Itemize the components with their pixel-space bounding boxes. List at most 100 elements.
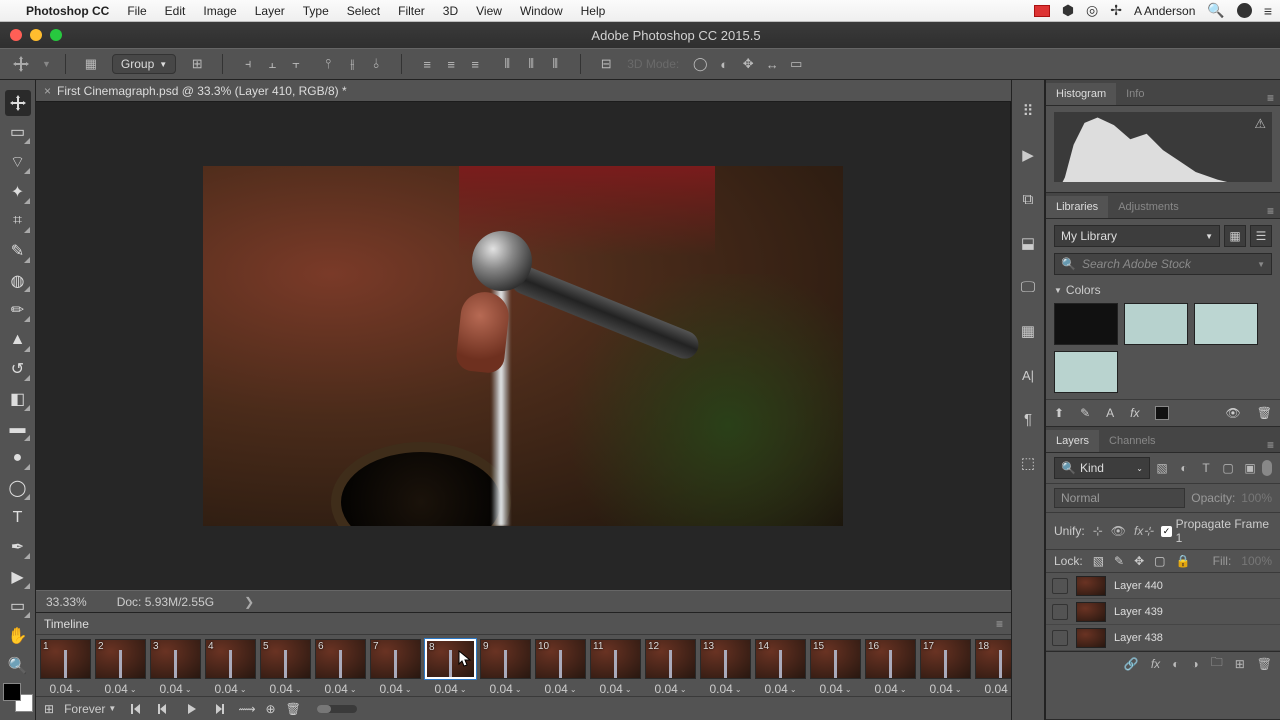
propagate-checkbox[interactable]: ✓ [1161,526,1171,537]
move-tool[interactable] [5,90,31,116]
brush-tool[interactable]: ✏ [5,297,31,323]
dock-char-icon[interactable]: A| [1016,364,1040,386]
timeline-frame[interactable]: 160.04⌄ [865,639,916,696]
transform-controls-toggle[interactable]: ⊞ [186,53,208,75]
timeline-frame[interactable]: 70.04⌄ [370,639,421,696]
menu-layer[interactable]: Layer [255,4,285,18]
marquee-tool[interactable]: ▭ [5,120,31,146]
library-color-swatch[interactable] [1124,303,1188,345]
lib-share-icon[interactable]: 👁 [1226,406,1241,420]
library-color-swatch[interactable] [1054,303,1118,345]
distribute-v-icon[interactable]: ≡ [440,53,462,75]
timeline-frame[interactable]: 130.04⌄ [700,639,751,696]
libraries-menu-icon[interactable]: ≡ [1261,204,1280,218]
visibility-toggle[interactable] [1052,630,1068,646]
menu-filter[interactable]: Filter [398,4,425,18]
filter-toggle-icon[interactable] [1262,460,1272,476]
color-swatches[interactable] [3,683,33,713]
type-tool[interactable]: T [5,505,31,531]
zoom-level[interactable]: 33.33% [46,595,87,609]
timeline-scrollbar[interactable] [317,705,357,713]
zoom-window-button[interactable] [50,29,62,41]
opacity-value[interactable]: 100% [1241,491,1272,505]
lasso-tool[interactable]: ⌔ [5,149,31,175]
move-tool-options-icon[interactable] [10,53,32,75]
tab-libraries[interactable]: Libraries [1046,196,1108,218]
align-center-v-icon[interactable]: ⫲ [341,53,363,75]
timeline-frame[interactable]: 50.04⌄ [260,639,311,696]
delete-frame-icon[interactable]: 🗑 [286,702,301,716]
path-select-tool[interactable]: ▶ [5,564,31,590]
distribute-bottom-icon[interactable]: ≡ [464,53,486,75]
sync-icon[interactable]: ✢ [1110,2,1122,19]
visibility-toggle[interactable] [1052,578,1068,594]
filter-adjust-icon[interactable]: ◐ [1174,458,1194,478]
dock-brushes-icon[interactable]: ⠿ [1016,100,1040,122]
menu-3d[interactable]: 3D [443,4,458,18]
dropbox-icon[interactable]: ⬢ [1062,2,1074,19]
auto-align-icon[interactable]: ⊟ [595,53,617,75]
unify-style-icon[interactable]: fx⊹ [1134,524,1153,538]
layer-row[interactable]: Layer 440 [1046,573,1280,599]
histogram-menu-icon[interactable]: ≡ [1261,91,1280,105]
magic-wand-tool[interactable]: ✦ [5,179,31,205]
library-search[interactable]: 🔍 Search Adobe Stock ▼ [1054,253,1272,275]
distribute-right-icon[interactable]: ⦀ [544,53,566,75]
new-layer-icon[interactable]: ⊞ [1235,657,1245,671]
duplicate-frame-icon[interactable]: ⊕ [266,702,276,716]
siri-icon[interactable] [1237,3,1252,18]
tween-icon[interactable]: ⟿ [238,702,255,716]
menu-extra-icon[interactable]: ≡ [1264,3,1272,19]
timeline-frame[interactable]: 180.04⌄ [975,639,1011,696]
timeline-frame[interactable]: 90.04⌄ [480,639,531,696]
layer-row[interactable]: Layer 438 [1046,625,1280,651]
crop-tool[interactable]: ⌗ [5,209,31,235]
add-fx-icon[interactable]: fx [1130,406,1139,420]
library-color-swatch[interactable] [1194,303,1258,345]
spotlight-icon[interactable]: 🔍 [1207,2,1224,19]
layers-icon[interactable]: ▦ [80,53,102,75]
blend-mode-dropdown[interactable]: Normal [1054,488,1185,508]
lock-pixels-icon[interactable]: ▧ [1093,554,1104,568]
tab-info[interactable]: Info [1116,83,1154,105]
unify-visibility-icon[interactable]: 👁 [1111,524,1126,538]
layer-row[interactable]: Layer 439 [1046,599,1280,625]
distribute-h-icon[interactable]: ⦀ [520,53,542,75]
menu-file[interactable]: File [127,4,146,18]
canvas-area[interactable] [36,102,1011,590]
dock-styles-icon[interactable]: ▦ [1016,320,1040,342]
library-grid-view-icon[interactable]: ▦ [1224,225,1246,247]
colors-section-header[interactable]: ▼Colors [1054,283,1272,297]
align-bottom-icon[interactable]: ⫰ [365,53,387,75]
dock-device-icon[interactable]: 🖵 [1016,276,1040,298]
lock-all-icon[interactable]: 🔒 [1176,554,1191,568]
add-graphic-icon[interactable]: ⬆ [1054,406,1064,420]
layer-mask-icon[interactable]: ◐ [1172,657,1179,671]
lock-move-icon[interactable]: ✥ [1134,554,1144,568]
menu-window[interactable]: Window [520,4,563,18]
status-menu-icon[interactable]: ❯ [244,595,254,609]
user-name[interactable]: A Anderson [1134,4,1195,18]
add-char-style-icon[interactable]: A [1106,406,1114,420]
delete-layer-icon[interactable]: 🗑 [1257,657,1272,671]
tab-layers[interactable]: Layers [1046,430,1099,452]
timeline-frame[interactable]: 10.04⌄ [40,639,91,696]
lock-artboard-icon[interactable]: ▢ [1154,554,1165,568]
convert-timeline-icon[interactable]: ⊞ [44,702,54,716]
timeline-menu-icon[interactable]: ≡ [996,617,1003,631]
auto-select-dropdown[interactable]: Group▼ [112,54,176,74]
menu-help[interactable]: Help [581,4,606,18]
next-frame-button[interactable] [210,701,228,717]
menu-view[interactable]: View [476,4,502,18]
eyedropper-tool[interactable]: ✎ [5,238,31,264]
timeline-frame[interactable]: 170.04⌄ [920,639,971,696]
link-layers-icon[interactable]: 🔗 [1124,657,1139,671]
dock-history-icon[interactable]: ⧉ [1016,188,1040,210]
fill-value[interactable]: 100% [1241,554,1272,568]
library-color-swatch[interactable] [1054,351,1118,393]
play-button[interactable] [182,701,200,717]
prev-frame-button[interactable] [154,701,172,717]
distribute-top-icon[interactable]: ≡ [416,53,438,75]
dock-para-icon[interactable]: ¶ [1016,408,1040,430]
align-top-icon[interactable]: ⫯ [317,53,339,75]
